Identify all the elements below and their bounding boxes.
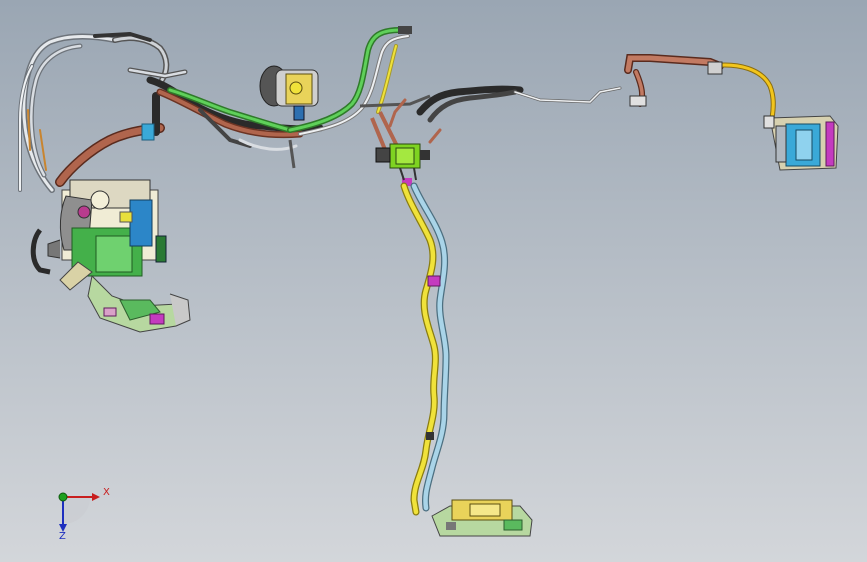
- copper-tube-left: [55, 92, 165, 187]
- cad-viewport[interactable]: X Z: [0, 0, 867, 562]
- axis-z-label: Z: [59, 531, 66, 542]
- right-module: [763, 115, 839, 171]
- axis-x-label: X: [103, 487, 110, 498]
- assembly-model[interactable]: [0, 0, 867, 562]
- left-tube-bundle: [18, 31, 170, 193]
- orientation-triad: [58, 492, 100, 532]
- long-tube-pair: [400, 182, 450, 516]
- copper-tube-right: [624, 54, 776, 121]
- bottom-rear-unit: [431, 499, 533, 537]
- left-hvac-assembly: [30, 179, 191, 333]
- dark-hose-top-right: [388, 85, 622, 144]
- compressor: [259, 65, 319, 169]
